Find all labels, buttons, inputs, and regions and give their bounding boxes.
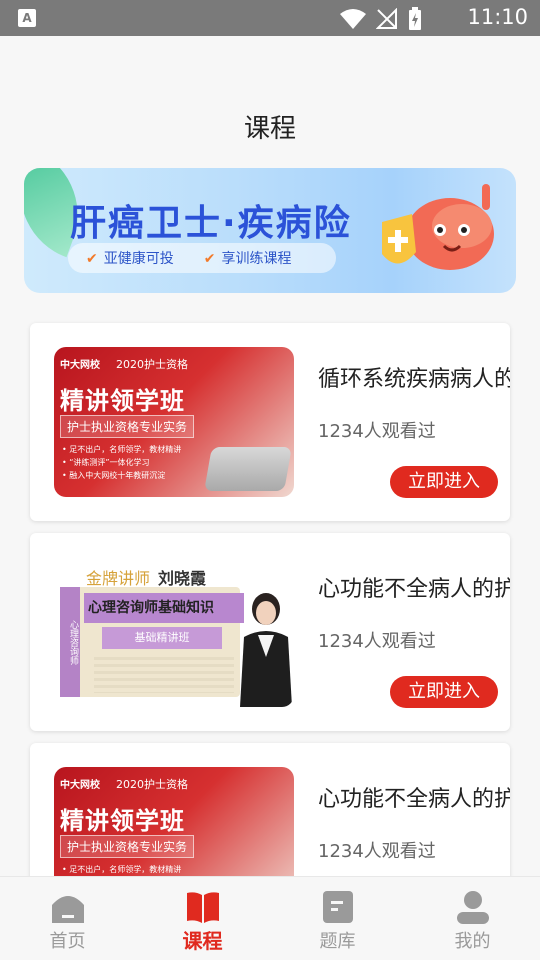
thumbnail-headline: 精讲领学班: [60, 387, 185, 415]
promo-banner[interactable]: 肝癌卫士·疾病险 ✔ 亚健康可投 ✔ 享训练课程: [24, 168, 516, 293]
brand-logo: 中大网校: [60, 360, 100, 371]
course-thumbnail[interactable]: 中大网校 2020护士资格 精讲领学班 护士执业资格专业实务 • 足不出户，名师…: [54, 347, 294, 497]
status-icons: [340, 7, 422, 31]
view-count: 1234人观看过: [318, 421, 436, 442]
tab-courses[interactable]: 课程: [135, 877, 270, 960]
gold-teacher-label: 金牌讲师: [86, 569, 151, 588]
tab-question-bank[interactable]: 题库: [270, 877, 405, 960]
thumbnail-headline: 精讲领学班: [60, 807, 185, 835]
enter-button[interactable]: 立即进入: [390, 676, 498, 708]
view-count: 1234人观看过: [318, 631, 436, 652]
course-card[interactable]: 中大网校 2020护士资格 精讲领学班 护士执业资格专业实务 • 足不出户，名师…: [30, 323, 510, 521]
enter-button[interactable]: 立即进入: [390, 466, 498, 498]
clock: 11:10: [467, 5, 528, 29]
thumbnail-subtitle: 基础精讲班: [102, 627, 222, 649]
tab-label: 题库: [319, 931, 356, 952]
wifi-icon: [340, 9, 366, 29]
course-thumbnail[interactable]: 金牌讲师 刘晓霞 心理咨询师 心理咨询师基础知识 基础精讲班: [54, 557, 294, 707]
profile-icon: [456, 891, 489, 924]
thumbnail-bullets: • 足不出户，名师领学，教材精讲 • “讲练测评”一体化学习 • 融入中大网校十…: [62, 445, 182, 480]
tab-label: 课程: [182, 929, 223, 953]
bottom-nav: 首页 课程 题库 我的: [0, 876, 540, 960]
teacher-name: 刘晓霞: [158, 569, 207, 588]
tab-label: 首页: [49, 931, 86, 952]
teacher-photo: [240, 593, 292, 707]
home-icon: [51, 896, 84, 923]
battery-charging-icon: [409, 7, 421, 30]
tab-profile[interactable]: 我的: [405, 877, 540, 960]
book-text-lines: [94, 657, 234, 693]
course-card[interactable]: 金牌讲师 刘晓霞 心理咨询师 心理咨询师基础知识 基础精讲班 心功能不全病人的护…: [30, 533, 510, 731]
check-icon: ✔: [86, 251, 98, 267]
tab-home[interactable]: 首页: [0, 877, 135, 960]
course-title: 循环系统疾病病人的: [318, 367, 510, 392]
course-title: 心功能不全病人的护: [318, 577, 510, 602]
question-bank-icon: [322, 891, 353, 923]
tab-label: 我的: [454, 931, 491, 952]
thumbnail-headline: 心理咨询师基础知识: [84, 593, 244, 623]
banner-title: 肝癌卫士·疾病险: [70, 203, 352, 244]
thumbnail-subtitle: 护士执业资格专业实务: [60, 415, 195, 438]
view-count: 1234人观看过: [318, 841, 436, 862]
thumbnail-tag: 2020护士资格: [116, 358, 188, 371]
banner-feature: ✔ 享训练课程: [203, 251, 292, 267]
course-title: 心功能不全病人的护: [318, 787, 510, 812]
banner-feature: ✔ 亚健康可投: [86, 251, 174, 267]
status-bar: A 11:10: [0, 0, 540, 36]
book-icon: [186, 892, 219, 923]
check-icon: ✔: [203, 251, 216, 267]
laptop-illustration: [204, 447, 292, 491]
book-spine: 心理咨询师: [60, 587, 80, 697]
thumbnail-tag: 2020护士资格: [116, 778, 188, 791]
page-title: 课程: [243, 114, 296, 144]
app-notification-icon: A: [18, 9, 36, 27]
brand-logo: 中大网校: [60, 780, 100, 791]
liver-mascot-icon: [382, 184, 494, 270]
thumbnail-bullets: • 足不出户，名师领学，教材精讲: [62, 865, 182, 874]
banner-features: ✔ 亚健康可投 ✔ 享训练课程: [68, 243, 336, 273]
no-signal-icon: [376, 8, 397, 29]
thumbnail-subtitle: 护士执业资格专业实务: [60, 835, 195, 858]
